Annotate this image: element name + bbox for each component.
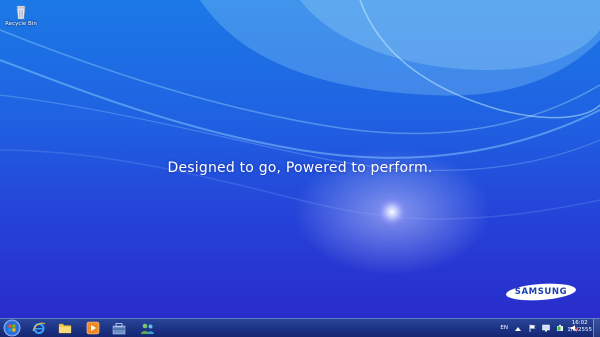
clock-time: 16:02 [571,320,588,326]
taskbar-app-4[interactable] [136,320,158,336]
recycle-bin-label: Recycle Bin [5,21,37,27]
chevron-up-icon [515,326,521,331]
media-player-icon [86,321,100,335]
toolbox-icon [112,322,126,334]
folder-icon [58,323,72,334]
show-desktop-button[interactable] [593,319,600,337]
taskbar-media-player[interactable] [82,320,104,336]
taskbar-file-explorer[interactable] [54,320,76,336]
language-indicator[interactable]: EN [500,325,508,331]
recycle-bin-icon [16,5,26,20]
internet-explorer-icon [32,322,46,334]
wallpaper-slogan: Designed to go, Powered to perform. [167,160,433,176]
show-hidden-icons-arrow[interactable] [514,324,522,332]
start-button[interactable] [2,319,22,337]
samsung-logo: SAMSUNG [505,283,577,301]
power-icon[interactable] [556,324,564,332]
taskbar-app-3[interactable] [108,320,130,336]
taskbar: EN 16:02 1/6/2555 [0,318,600,337]
desktop: Recycle Bin Designed to go, Powered to p… [0,0,600,337]
desktop-icon-recycle-bin[interactable]: Recycle Bin [4,4,38,27]
samsung-logo-text: SAMSUNG [514,287,568,297]
taskbar-clock[interactable]: 16:02 1/6/2555 [567,320,592,334]
windows-start-icon [3,319,21,337]
action-center-flag-icon[interactable] [528,324,536,332]
clock-date: 1/6/2555 [567,327,592,333]
network-icon[interactable] [542,324,550,332]
taskbar-internet-explorer[interactable] [28,320,50,336]
people-icon [140,323,154,334]
